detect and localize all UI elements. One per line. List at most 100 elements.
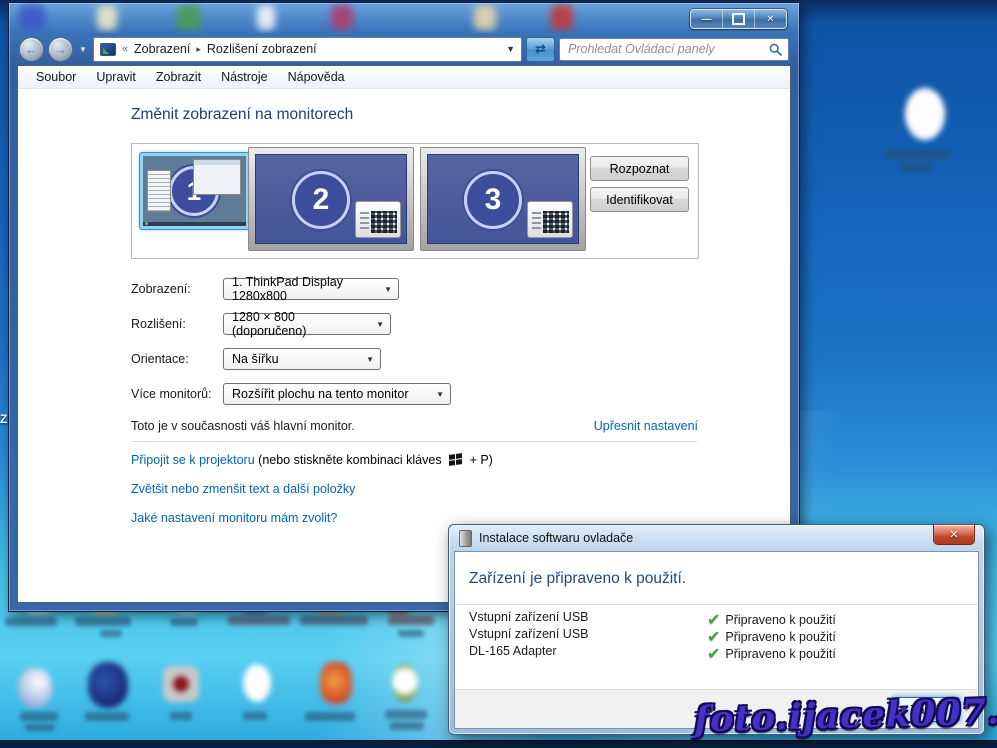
close-icon: ✕ xyxy=(766,14,774,25)
resolution-select-value: 1280 × 800 (doporučeno) xyxy=(232,310,368,338)
desktop-icon[interactable] xyxy=(905,88,945,140)
desktop-icon[interactable] xyxy=(392,664,418,702)
refresh-button[interactable]: ⇄ xyxy=(526,37,555,62)
desktop-icon-label xyxy=(385,710,427,719)
dialog-titlebar[interactable]: Instalace softwaru ovladače xyxy=(449,525,984,551)
projector-row: Připojit se k projektoru (nebo stiskněte… xyxy=(131,453,493,467)
desktop-icon-label xyxy=(170,618,198,626)
minimize-button[interactable]: — xyxy=(691,10,723,28)
menu-nastroje[interactable]: Nástroje xyxy=(211,67,278,87)
multiple-displays-select-value: Rozšířit plochu na tento monitor xyxy=(232,387,408,401)
desktop-icon-label xyxy=(5,617,57,626)
recent-pages-dropdown[interactable]: ▼ xyxy=(79,45,87,54)
detect-button[interactable]: Rozpoznat xyxy=(590,156,689,181)
menu-zobrazit[interactable]: Zobrazit xyxy=(146,67,211,87)
projector-hint-text: (nebo stiskněte kombinaci kláves xyxy=(258,453,441,467)
titlebar-glass-reflection xyxy=(257,5,275,30)
dropdown-arrow-icon: ▼ xyxy=(428,390,444,399)
monitor-3-screen: 3 xyxy=(427,154,579,244)
separator xyxy=(131,441,697,442)
lines-icon xyxy=(532,212,541,232)
desktop-icon-label xyxy=(398,630,424,637)
separator xyxy=(455,604,978,605)
dialog-close-button[interactable]: ✕ xyxy=(933,524,975,545)
window-body: Soubor Upravit Zobrazit Nástroje Nápověd… xyxy=(17,65,791,603)
windows-logo-icon xyxy=(449,453,462,467)
breadcrumb-zobrazeni[interactable]: Zobrazení xyxy=(134,42,190,56)
maximize-button[interactable] xyxy=(723,10,755,28)
titlebar-glass-reflection xyxy=(177,5,201,30)
display-select[interactable]: 1. ThinkPad Display 1280x800 ▼ xyxy=(223,278,399,300)
dropdown-arrow-icon: ▼ xyxy=(376,285,392,294)
projector-hint-suffix: + P) xyxy=(470,453,493,467)
address-overflow-chevron[interactable]: « xyxy=(122,43,128,55)
orientation-select-value: Na šířku xyxy=(232,352,279,366)
monitor-3[interactable]: 3 xyxy=(420,147,586,251)
desktop-icon[interactable] xyxy=(88,662,128,708)
lines-icon xyxy=(360,212,369,232)
dropdown-arrow-icon: ▼ xyxy=(368,320,384,329)
desktop-icon-label xyxy=(900,163,932,171)
desktop-icon[interactable] xyxy=(243,664,271,702)
close-icon: ✕ xyxy=(949,528,958,541)
desktop-icon-label xyxy=(170,712,192,720)
resolution-select[interactable]: 1280 × 800 (doporučeno) ▼ xyxy=(223,313,391,335)
desktop-icon[interactable] xyxy=(18,668,52,708)
advanced-settings-link[interactable]: Upřesnit nastavení xyxy=(594,419,698,433)
search-input[interactable] xyxy=(566,41,765,57)
desktop-icon-label: Z xyxy=(0,412,7,426)
desktop-icon-label xyxy=(300,616,368,625)
desktop-icon-label xyxy=(388,616,434,625)
titlebar-glass-reflection xyxy=(331,5,353,30)
monitor-2[interactable]: 2 xyxy=(248,147,414,251)
display-label: Zobrazení: xyxy=(131,282,191,296)
breadcrumb-separator-icon[interactable]: ▸ xyxy=(196,44,201,55)
connect-projector-link[interactable]: Připojit se k projektoru xyxy=(131,453,255,467)
device-name: Vstupní zařízení USB xyxy=(469,627,589,641)
monitor-settings-help-link[interactable]: Jaké nastavení monitoru mám zvolit? xyxy=(131,511,337,525)
desktop-icon-label xyxy=(228,616,290,625)
desktop-icon[interactable] xyxy=(173,676,189,692)
search-box[interactable] xyxy=(559,38,789,61)
search-icon xyxy=(769,43,782,56)
multiple-displays-select[interactable]: Rozšířit plochu na tento monitor ▼ xyxy=(223,383,451,405)
address-dropdown-icon[interactable]: ▼ xyxy=(506,44,515,54)
device-name: Vstupní zařízení USB xyxy=(469,610,589,624)
navigation-bar: ← → ▼ « Zobrazení ▸ Rozlišení zobrazení … xyxy=(9,33,799,65)
device-status-text: Připraveno k použití xyxy=(725,647,835,661)
address-bar[interactable]: « Zobrazení ▸ Rozlišení zobrazení ▼ xyxy=(93,37,522,62)
monitor-2-screen: 2 xyxy=(255,154,407,244)
main-monitor-note: Toto je v současnosti váš hlavní monitor… xyxy=(131,419,355,433)
grid-icon xyxy=(543,211,569,233)
menu-upravit[interactable]: Upravit xyxy=(86,67,146,87)
dialog-heading: Zařízení je připraveno k použití. xyxy=(469,570,686,588)
forward-button[interactable]: → xyxy=(48,37,73,62)
desktop-icon-label xyxy=(305,712,355,721)
monitor-1-selected[interactable]: 1 xyxy=(140,153,249,229)
titlebar-glass-reflection xyxy=(474,5,496,30)
menu-napoveda[interactable]: Nápověda xyxy=(278,67,355,87)
orientation-label: Orientace: xyxy=(131,352,189,366)
monitor-1-taskbar xyxy=(143,222,246,226)
menu-soubor[interactable]: Soubor xyxy=(26,67,86,87)
desktop-icon[interactable] xyxy=(320,662,352,704)
window-titlebar[interactable] xyxy=(9,3,799,33)
start-orb-dot xyxy=(145,222,148,225)
desktop-icon-label xyxy=(885,150,951,159)
desktop-icon-label xyxy=(20,712,58,721)
desktop-icon-label xyxy=(85,712,129,721)
desktop-icon-label xyxy=(390,722,424,730)
close-button[interactable]: ✕ xyxy=(755,10,786,28)
device-status-text: Připraveno k použití xyxy=(725,630,835,644)
grid-icon xyxy=(371,211,397,233)
desktop-icon-label xyxy=(75,617,131,626)
breadcrumb-rozliseni[interactable]: Rozlišení zobrazení xyxy=(207,42,317,56)
dialog-title: Instalace softwaru ovladače xyxy=(479,531,633,545)
driver-device-icon xyxy=(459,530,472,547)
page-title: Změnit zobrazení na monitorech xyxy=(131,106,353,124)
identify-button[interactable]: Identifikovat xyxy=(590,187,689,212)
orientation-select[interactable]: Na šířku ▼ xyxy=(223,348,381,370)
make-text-larger-link[interactable]: Zvětšit nebo zmenšit text a další položk… xyxy=(131,482,355,496)
dropdown-arrow-icon: ▼ xyxy=(358,355,374,364)
back-button[interactable]: ← xyxy=(19,37,44,62)
